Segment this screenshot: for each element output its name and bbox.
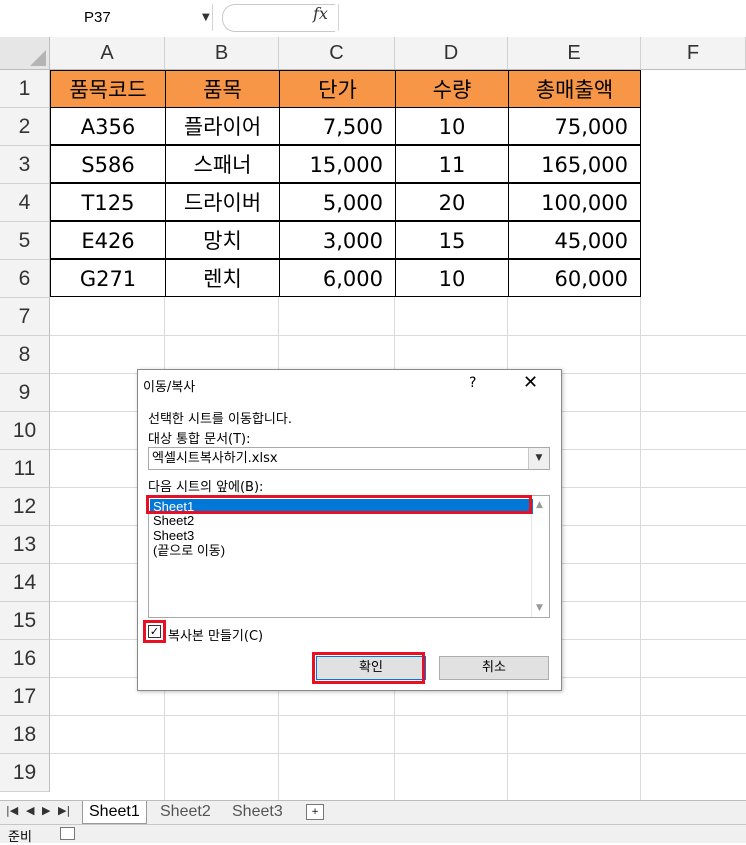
table-cell[interactable]: E426	[50, 221, 166, 259]
table-cell[interactable]: 플라이어	[165, 107, 280, 145]
table-cell[interactable]: G271	[50, 259, 166, 297]
table-cell[interactable]: 10	[395, 259, 509, 297]
table-header-cell[interactable]: 총매출액	[508, 70, 641, 108]
row-header-13[interactable]: 13	[0, 526, 50, 564]
table-header-cell[interactable]: 품목	[165, 70, 280, 108]
column-header-a[interactable]: A	[50, 37, 165, 70]
sheet-tab-sheet1[interactable]: Sheet1	[82, 801, 147, 824]
row-header-5[interactable]: 5	[0, 222, 50, 260]
target-book-select[interactable]: 엑셀시트복사하기.xlsx ▼	[148, 447, 550, 470]
first-sheet-icon[interactable]: |◀	[6, 804, 18, 817]
scroll-down-icon[interactable]: ▼	[536, 603, 543, 613]
list-item[interactable]: Sheet2	[153, 513, 194, 528]
row-header-8[interactable]: 8	[0, 336, 50, 374]
before-sheet-label: 다음 시트의 앞에(B):	[148, 480, 264, 495]
select-all-triangle-icon	[30, 50, 46, 66]
sheet-tab-sheet3[interactable]: Sheet3	[226, 801, 289, 823]
table-cell[interactable]: 60,000	[508, 259, 641, 297]
help-icon[interactable]: ?	[469, 375, 476, 391]
list-scrollbar[interactable]: ▲ ▼	[531, 496, 549, 617]
sheet-tab-bar: |◀ ◀ ▶ ▶| Sheet1 Sheet2 Sheet3 +	[0, 800, 746, 825]
scroll-up-icon[interactable]: ▲	[536, 500, 543, 510]
row-header-16[interactable]: 16	[0, 640, 50, 678]
status-ready: 준비	[8, 830, 32, 845]
checkbox-highlight-box	[143, 620, 166, 643]
table-cell[interactable]: 10	[395, 107, 509, 145]
name-box-value: P37	[84, 9, 111, 26]
select-all-button[interactable]	[0, 37, 50, 70]
column-header-f[interactable]: F	[641, 37, 746, 70]
table-cell[interactable]: 11	[395, 145, 509, 183]
formula-input[interactable]	[338, 4, 746, 31]
last-sheet-icon[interactable]: ▶|	[58, 804, 70, 817]
row-header-1[interactable]: 1	[0, 70, 50, 108]
name-box[interactable]: P37 ▼	[0, 4, 213, 31]
table-cell[interactable]: 망치	[165, 221, 280, 259]
move-copy-dialog: 이동/복사 ? ✕ 선택한 시트를 이동합니다. 대상 통합 문서(T): 엑셀…	[137, 369, 562, 691]
row-header-11[interactable]: 11	[0, 450, 50, 488]
table-header-cell[interactable]: 수량	[395, 70, 509, 108]
table-header-cell[interactable]: 단가	[279, 70, 396, 108]
copy-checkbox-label[interactable]: 복사본 만들기(C)	[168, 625, 263, 644]
list-item[interactable]: Sheet3	[153, 528, 194, 543]
close-icon[interactable]: ✕	[523, 372, 538, 393]
column-header-b[interactable]: B	[165, 37, 279, 70]
column-header-c[interactable]: C	[279, 37, 395, 70]
formula-bar: P37 ▼ fx	[0, 0, 746, 38]
sheet-tab-sheet2[interactable]: Sheet2	[154, 801, 217, 823]
dialog-title: 이동/복사	[143, 380, 196, 395]
table-cell[interactable]: 드라이버	[165, 183, 280, 221]
list-item[interactable]: (끝으로 이동)	[153, 543, 225, 558]
table-cell[interactable]: 20	[395, 183, 509, 221]
row-header-4[interactable]: 4	[0, 184, 50, 222]
dialog-description: 선택한 시트를 이동합니다.	[148, 412, 292, 427]
gridline	[50, 335, 746, 336]
macro-record-icon[interactable]	[60, 827, 75, 840]
row-header-3[interactable]: 3	[0, 146, 50, 184]
prev-sheet-icon[interactable]: ◀	[26, 804, 34, 817]
table-cell[interactable]: 45,000	[508, 221, 641, 259]
target-book-value: 엑셀시트복사하기.xlsx	[152, 451, 278, 466]
status-bar: 준비	[0, 824, 746, 845]
insert-function-icon[interactable]: fx	[313, 4, 328, 23]
row-header-9[interactable]: 9	[0, 374, 50, 412]
table-header-cell[interactable]: 품목코드	[50, 70, 166, 108]
table-cell[interactable]: 스패너	[165, 145, 280, 183]
table-cell[interactable]: 75,000	[508, 107, 641, 145]
row-header-2[interactable]: 2	[0, 108, 50, 146]
chevron-down-icon[interactable]: ▼	[202, 12, 210, 23]
row-header-7[interactable]: 7	[0, 298, 50, 336]
table-cell[interactable]: 7,500	[279, 107, 396, 145]
table-cell[interactable]: A356	[50, 107, 166, 145]
target-book-label: 대상 통합 문서(T):	[148, 432, 251, 447]
gridline	[50, 753, 746, 754]
table-cell[interactable]: 100,000	[508, 183, 641, 221]
row-header-17[interactable]: 17	[0, 678, 50, 716]
table-cell[interactable]: 15,000	[279, 145, 396, 183]
next-sheet-icon[interactable]: ▶	[42, 804, 50, 817]
table-cell[interactable]: 렌치	[165, 259, 280, 297]
new-sheet-icon[interactable]: +	[306, 804, 324, 820]
row-header-14[interactable]: 14	[0, 564, 50, 602]
gridline	[50, 715, 746, 716]
table-cell[interactable]: 5,000	[279, 183, 396, 221]
row-header-10[interactable]: 10	[0, 412, 50, 450]
table-cell[interactable]: 15	[395, 221, 509, 259]
row-header-19[interactable]: 19	[0, 754, 50, 792]
table-cell[interactable]: T125	[50, 183, 166, 221]
cancel-button[interactable]: 취소	[439, 656, 549, 680]
row-header-18[interactable]: 18	[0, 716, 50, 754]
table-cell[interactable]: S586	[50, 145, 166, 183]
ok-highlight-box	[312, 652, 425, 684]
column-header-d[interactable]: D	[395, 37, 508, 70]
table-cell[interactable]: 165,000	[508, 145, 641, 183]
row-header-15[interactable]: 15	[0, 602, 50, 640]
chevron-down-icon[interactable]: ▼	[528, 448, 549, 469]
row-header-12[interactable]: 12	[0, 488, 50, 526]
column-header-e[interactable]: E	[508, 37, 641, 70]
table-cell[interactable]: 3,000	[279, 221, 396, 259]
row-header-6[interactable]: 6	[0, 260, 50, 298]
table-cell[interactable]: 6,000	[279, 259, 396, 297]
selection-highlight-box	[146, 495, 532, 514]
